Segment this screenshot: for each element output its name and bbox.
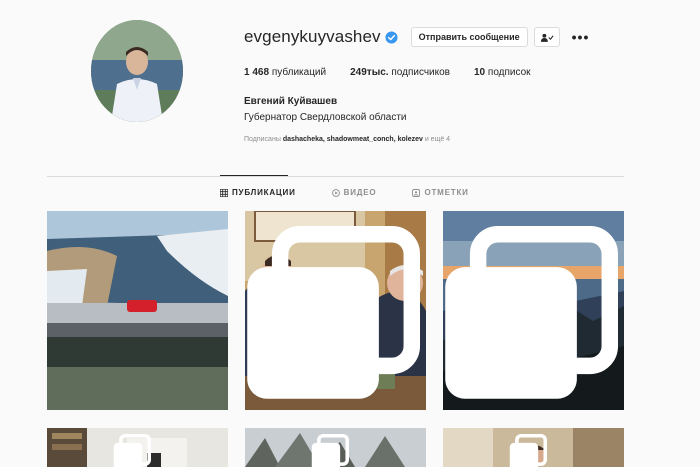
tab-posts[interactable]: ПУБЛИКАЦИИ xyxy=(220,188,296,197)
post-man-portrait[interactable] xyxy=(443,428,624,467)
following-button[interactable] xyxy=(533,27,560,47)
full-name: Евгений Куйвашев xyxy=(244,96,338,107)
carousel-icon xyxy=(445,225,618,399)
post-meeting[interactable] xyxy=(245,211,426,410)
verified-badge-icon xyxy=(385,30,398,44)
tab-tagged[interactable]: ОТМЕТКИ xyxy=(412,188,468,197)
profile-avatar[interactable] xyxy=(91,20,183,122)
more-options-icon[interactable]: ••• xyxy=(572,29,590,45)
tab-video[interactable]: ВИДЕО xyxy=(331,188,377,197)
post-river-bridge[interactable] xyxy=(47,211,228,410)
grid-icon xyxy=(220,188,228,197)
carousel-icon xyxy=(247,225,420,399)
carousel-icon xyxy=(113,434,151,467)
followed-by[interactable]: Подписаны dashacheka, shadowmeat_conch, … xyxy=(244,136,450,143)
posts-count: 1 468 публикаций xyxy=(244,67,327,78)
post-mountain-sunset[interactable] xyxy=(443,211,624,410)
section-divider xyxy=(47,176,624,177)
user-check-icon xyxy=(540,33,554,42)
carousel-icon xyxy=(509,434,547,467)
profile-stats: 1 468 публикаций 249тыс. подписчиков 10 … xyxy=(244,67,555,78)
followers-count[interactable]: 249тыс. подписчиков xyxy=(350,67,450,78)
bio-text: Губернатор Свердловской области xyxy=(244,112,407,123)
profile-tabs: ПУБЛИКАЦИИ ВИДЕО ОТМЕТКИ xyxy=(220,188,505,197)
video-icon xyxy=(331,188,340,197)
tagged-icon xyxy=(412,188,421,197)
send-message-button[interactable]: Отправить сообщение xyxy=(410,27,528,47)
following-count[interactable]: 10 подписок xyxy=(474,67,531,78)
carousel-icon xyxy=(311,434,349,467)
post-office[interactable] xyxy=(47,428,228,467)
post-trees[interactable] xyxy=(245,428,426,467)
username: evgenykuyvashev xyxy=(244,27,381,46)
profile-header: evgenykuyvashev Отправить сообщение ••• xyxy=(244,26,589,48)
active-tab-indicator xyxy=(220,175,288,176)
